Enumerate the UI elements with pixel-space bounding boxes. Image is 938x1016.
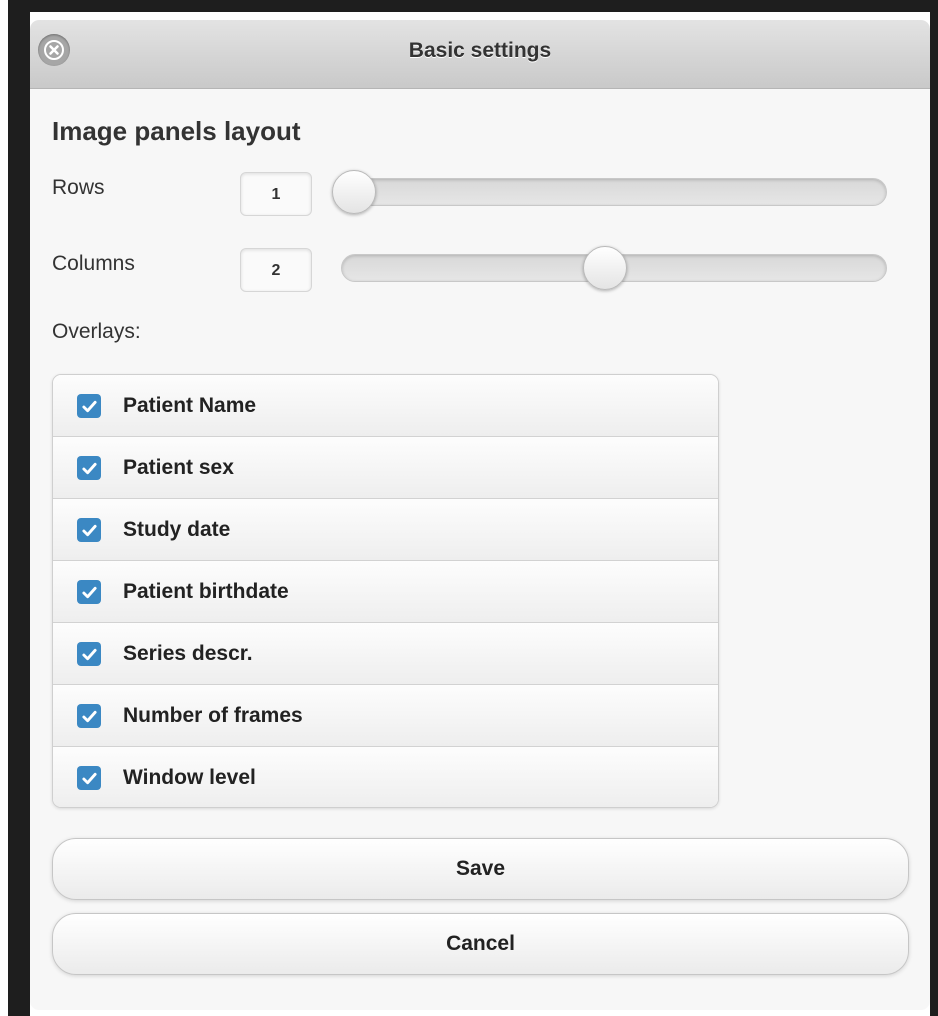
- checkmark-icon: [81, 648, 97, 660]
- columns-label: Columns: [52, 252, 135, 275]
- overlay-row-number-of-frames[interactable]: Number of frames: [53, 685, 718, 747]
- overlay-row-series-descr[interactable]: Series descr.: [53, 623, 718, 685]
- overlays-label: Overlays:: [52, 320, 141, 343]
- checkmark-icon: [81, 400, 97, 412]
- overlay-row-patient-birthdate[interactable]: Patient birthdate: [53, 561, 718, 623]
- overlay-label: Patient birthdate: [123, 580, 289, 603]
- checkbox[interactable]: [77, 580, 101, 604]
- overlay-row-patient-sex[interactable]: Patient sex: [53, 437, 718, 499]
- dialog-header: Basic settings: [30, 20, 930, 89]
- overlay-label: Study date: [123, 518, 231, 541]
- checkmark-icon: [81, 462, 97, 474]
- overlays-list: Patient Name Patient sex Study date Pati…: [52, 374, 719, 808]
- checkbox[interactable]: [77, 456, 101, 480]
- overlay-row-study-date[interactable]: Study date: [53, 499, 718, 561]
- columns-slider-handle[interactable]: [583, 246, 627, 290]
- screen: Basic settings Image panels layout Rows …: [0, 0, 938, 1016]
- rows-slider-handle[interactable]: [332, 170, 376, 214]
- columns-slider-track[interactable]: [341, 246, 887, 290]
- checkmark-icon: [81, 586, 97, 598]
- checkbox[interactable]: [77, 518, 101, 542]
- columns-value-input[interactable]: 2: [240, 248, 312, 292]
- checkbox[interactable]: [77, 766, 101, 790]
- overlay-label: Patient sex: [123, 456, 234, 479]
- checkmark-icon: [81, 772, 97, 784]
- overlay-label: Window level: [123, 766, 256, 789]
- backdrop-left: [8, 0, 30, 1016]
- overlay-label: Patient Name: [123, 394, 257, 417]
- overlay-row-window-level[interactable]: Window level: [53, 747, 718, 807]
- overlay-row-patient-name[interactable]: Patient Name: [53, 375, 718, 437]
- overlay-label: Number of frames: [123, 704, 303, 727]
- settings-dialog: Basic settings Image panels layout Rows …: [30, 20, 930, 1010]
- overlay-label: Series descr.: [123, 642, 253, 665]
- rows-label: Rows: [52, 176, 105, 199]
- dialog-title: Basic settings: [408, 39, 552, 62]
- checkbox[interactable]: [77, 394, 101, 418]
- backdrop-top: [8, 0, 938, 12]
- save-button[interactable]: Save: [52, 838, 909, 900]
- checkmark-icon: [81, 524, 97, 536]
- cancel-button[interactable]: Cancel: [52, 913, 909, 975]
- rows-value-input[interactable]: 1: [240, 172, 312, 216]
- backdrop-right: [930, 0, 938, 1016]
- checkbox[interactable]: [77, 642, 101, 666]
- checkbox[interactable]: [77, 704, 101, 728]
- rows-slider-track[interactable]: [332, 170, 887, 214]
- section-heading: Image panels layout: [52, 116, 301, 146]
- checkmark-icon: [81, 710, 97, 722]
